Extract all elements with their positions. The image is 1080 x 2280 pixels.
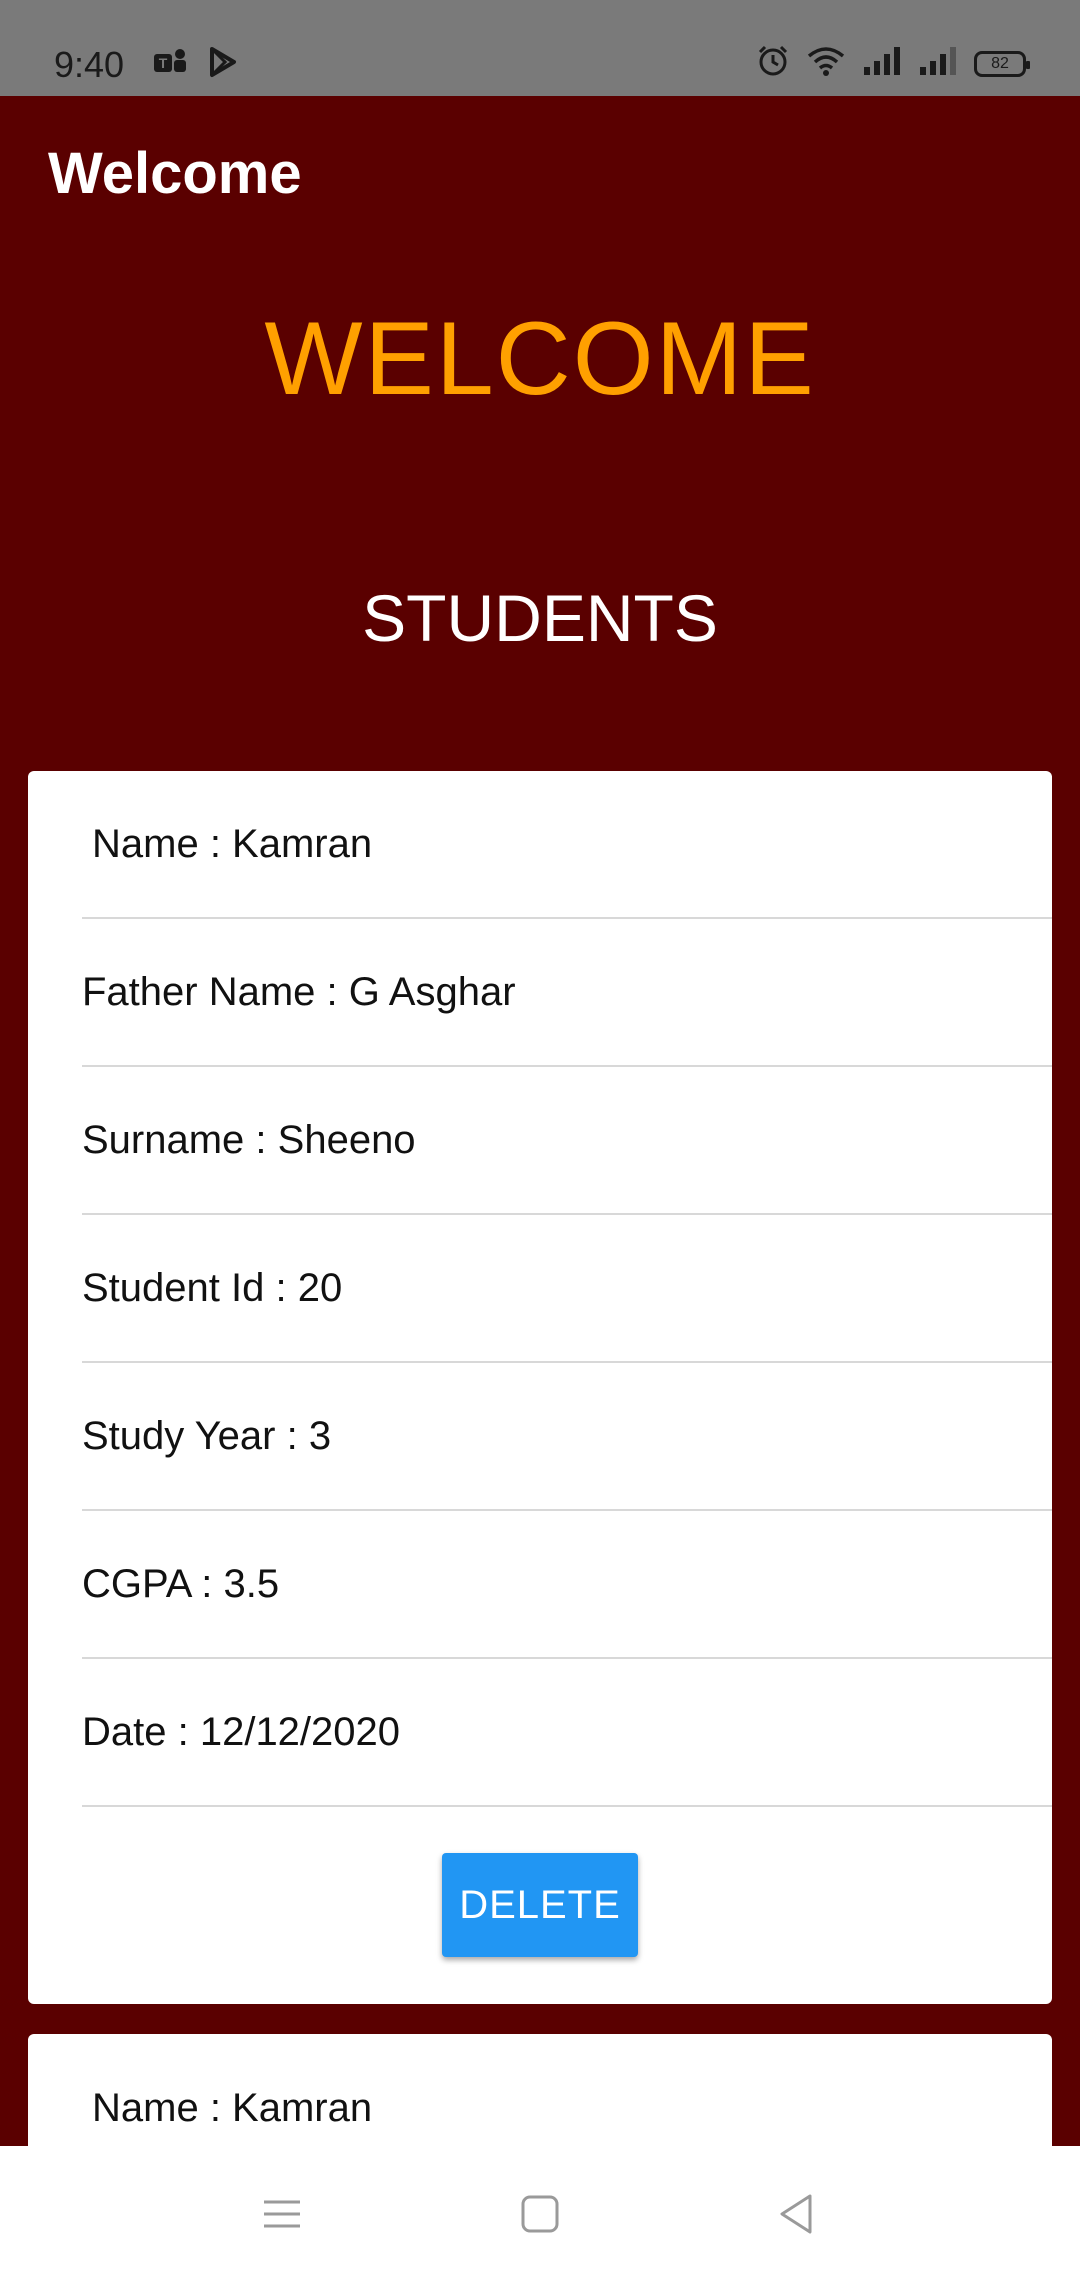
delete-button[interactable]: DELETE: [442, 1853, 638, 1957]
student-name: Name : Kamran: [92, 821, 373, 866]
signal-icon: [862, 45, 902, 82]
date: Date : 12/12/2020: [82, 1709, 401, 1754]
student-name-row: Name : Kamran: [82, 771, 1052, 919]
father-name-row: Father Name : G Asghar: [82, 919, 1052, 1067]
student-id-row: Student Id : 20: [82, 1215, 1052, 1363]
date-row: Date : 12/12/2020: [82, 1659, 1052, 1807]
app-bar: Welcome: [0, 96, 1080, 252]
study-year: Study Year : 3: [82, 1413, 332, 1458]
surname: Surname : Sheeno: [82, 1117, 416, 1162]
status-right-icons: 82: [756, 44, 1030, 83]
navigation-bar: [0, 2146, 1080, 2280]
welcome-heading: WELCOME: [264, 301, 816, 417]
study-year-row: Study Year : 3: [82, 1363, 1052, 1511]
signal-icon: [918, 45, 958, 82]
status-time: 9:40: [54, 44, 125, 85]
play-store-icon: [208, 46, 238, 83]
back-icon[interactable]: [766, 2184, 826, 2244]
menu-icon[interactable]: [252, 2184, 312, 2244]
students-heading: STUDENTS: [362, 581, 718, 655]
svg-text:T: T: [159, 55, 168, 71]
cgpa-row: CGPA : 3.5: [82, 1511, 1052, 1659]
home-icon[interactable]: [510, 2184, 570, 2244]
status-bar: 9:40 T 82: [0, 0, 1080, 96]
battery-icon: 82: [974, 50, 1030, 77]
app-title: Welcome: [48, 141, 302, 206]
surname-row: Surname : Sheeno: [82, 1067, 1052, 1215]
alarm-icon: [756, 44, 790, 83]
cgpa: CGPA : 3.5: [82, 1561, 280, 1606]
student-card: Name : Kamran Father Name : G Asghar Sur…: [28, 771, 1052, 2004]
status-left-icons: T: [152, 46, 238, 83]
student-id: Student Id : 20: [82, 1265, 343, 1310]
student-name: Name : Kamran: [92, 2085, 373, 2130]
teams-icon: T: [152, 46, 188, 83]
wifi-icon: [806, 44, 846, 83]
father-name: Father Name : G Asghar: [82, 969, 516, 1014]
